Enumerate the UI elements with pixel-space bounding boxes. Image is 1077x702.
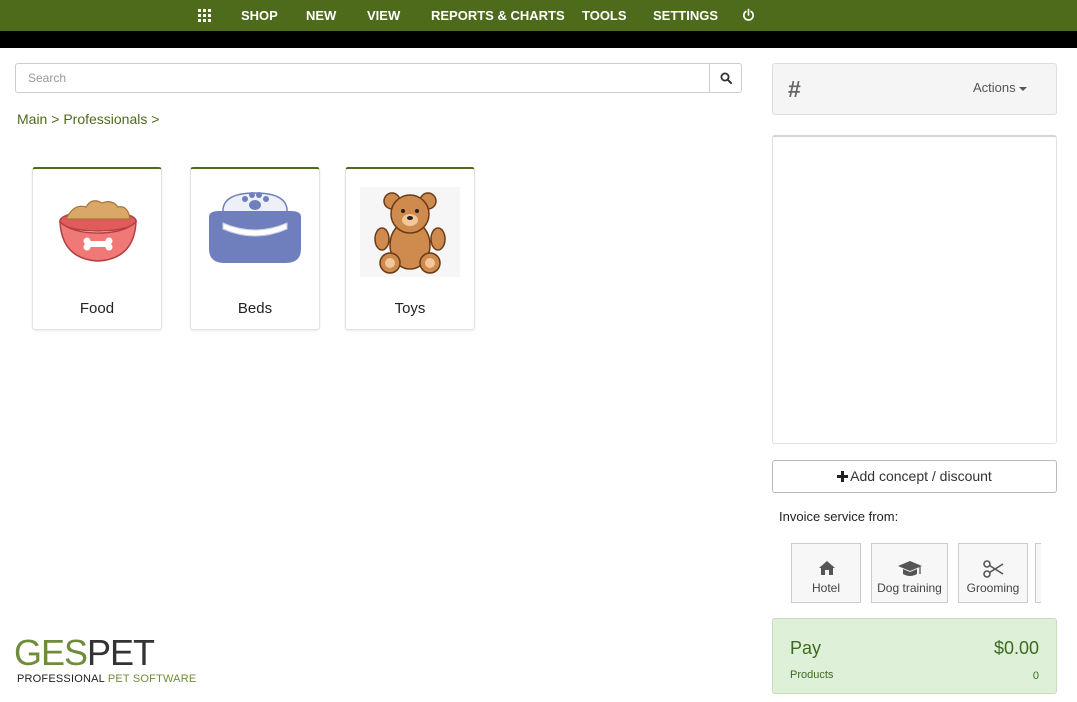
dog-food-bowl-icon <box>59 200 137 262</box>
service-more-partial[interactable] <box>1035 543 1041 603</box>
service-label: Grooming <box>966 581 1020 595</box>
pay-button[interactable]: Pay $0.00 Products 0 <box>772 618 1057 694</box>
nav-reports-charts[interactable]: REPORTS & CHARTS <box>431 0 565 31</box>
service-label: Dog training <box>877 581 942 595</box>
actions-label: Actions <box>973 80 1016 95</box>
nav-settings[interactable]: SETTINGS <box>653 0 718 31</box>
search-button[interactable] <box>709 63 742 93</box>
category-label: Beds <box>237 300 273 317</box>
search-icon <box>720 72 732 84</box>
category-card-beds[interactable]: Beds <box>190 167 320 330</box>
service-label: Hotel <box>811 581 840 595</box>
logo-tagline: PROFESSIONAL PET SOFTWARE <box>17 673 196 685</box>
ticket-header: # Actions <box>772 63 1057 115</box>
products-label: Products <box>790 669 834 681</box>
nav-new[interactable]: NEW <box>306 0 336 31</box>
pay-title: Pay <box>790 638 822 658</box>
nav-tools[interactable]: TOOLS <box>582 0 627 31</box>
service-grooming-button[interactable]: Grooming <box>958 543 1028 603</box>
service-dog-training-button[interactable]: Dog training <box>871 543 948 603</box>
pay-amount: $0.00 <box>993 638 1039 658</box>
ticket-items-list <box>772 135 1057 444</box>
top-navbar: SHOP NEW VIEW REPORTS & CHARTS TOOLS SET… <box>0 0 1077 31</box>
breadcrumb: Main > Professionals > <box>17 111 159 127</box>
pet-bed-icon <box>209 192 301 263</box>
power-icon[interactable] <box>742 8 755 22</box>
add-concept-button[interactable]: Add concept / discount <box>772 460 1057 493</box>
nav-shop[interactable]: SHOP <box>241 0 278 31</box>
caret-down-icon <box>1018 86 1027 91</box>
products-count: 0 <box>1032 670 1039 682</box>
breadcrumb-separator: > <box>151 111 160 127</box>
nav-view[interactable]: VIEW <box>367 0 400 31</box>
gespet-logo: GESPET PROFESSIONAL PET SOFTWARE <box>14 632 196 690</box>
apps-grid-icon[interactable] <box>198 9 211 22</box>
service-hotel-button[interactable]: Hotel <box>791 543 861 603</box>
search-input[interactable] <box>15 63 710 93</box>
category-card-food[interactable]: Food <box>32 167 162 330</box>
graduation-cap-icon <box>898 561 922 576</box>
breadcrumb-professionals[interactable]: Professionals <box>63 111 147 127</box>
teddy-bear-icon <box>360 187 460 277</box>
category-card-toys[interactable]: Toys <box>345 167 475 330</box>
logo-part2: PET <box>87 632 155 673</box>
scissors-icon <box>983 560 1004 578</box>
category-label: Toys <box>394 300 426 317</box>
category-label: Food <box>79 300 115 317</box>
logo-tagline-a: PROFESSIONAL <box>17 673 108 685</box>
sub-bar <box>0 31 1077 48</box>
logo-tagline-b: PET SOFTWARE <box>107 673 197 685</box>
actions-dropdown[interactable]: Actions <box>973 80 1027 95</box>
breadcrumb-separator: > <box>51 111 60 127</box>
home-icon <box>819 561 835 575</box>
breadcrumb-main[interactable]: Main <box>17 111 47 127</box>
logo-wordmark: GESPET <box>14 632 155 673</box>
logo-part1: GES <box>14 632 88 673</box>
add-concept-label: Add concept / discount <box>850 468 992 484</box>
invoice-service-label: Invoice service from: <box>779 509 899 524</box>
ticket-number-hash: # <box>788 76 801 102</box>
plus-icon <box>837 471 849 482</box>
